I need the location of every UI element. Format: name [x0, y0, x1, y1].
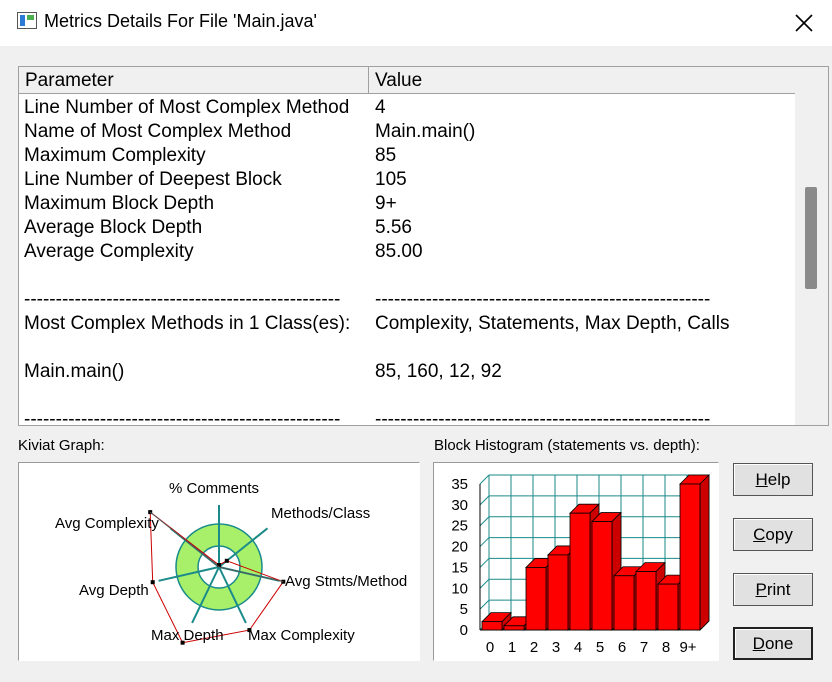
parameter-cell: Average Complexity: [24, 241, 194, 262]
y-tick-label: 25: [451, 518, 468, 535]
parameter-cell: Maximum Block Depth: [24, 193, 215, 214]
table-row[interactable]: [19, 336, 795, 360]
parameter-cell: Line Number of Deepest Block: [24, 169, 282, 190]
kiviat-axis-label: Max Complexity: [248, 627, 355, 644]
histogram-caption: Block Histogram (statements vs. depth):: [434, 437, 700, 454]
x-tick-label: 6: [618, 639, 626, 656]
copy-button-label-mnemonic: C: [753, 524, 766, 544]
value-cell: 85, 160, 12, 92: [375, 361, 502, 382]
parameter-cell: ----------------------------------------…: [24, 409, 341, 426]
value-cell: 85.00: [375, 241, 423, 262]
table-row[interactable]: [19, 264, 795, 288]
parameter-cell: Most Complex Methods in 1 Class(es):: [24, 313, 351, 334]
metrics-table[interactable]: Parameter Value Line Number of Most Comp…: [18, 66, 829, 426]
kiviat-axis-label: Max Depth: [151, 627, 224, 644]
table-row[interactable]: Average Block Depth 5.56: [19, 216, 795, 240]
histogram-bar: [679, 474, 710, 631]
column-header-parameter[interactable]: Parameter: [19, 67, 369, 94]
x-tick-label: 9+: [679, 639, 696, 656]
x-tick-label: 1: [508, 639, 516, 656]
kiviat-caption: Kiviat Graph:: [18, 437, 105, 454]
value-cell: 85: [375, 145, 397, 166]
x-tick-label: 3: [552, 639, 560, 656]
y-tick-label: 0: [460, 622, 468, 639]
table-row[interactable]: [19, 384, 795, 408]
close-icon: [795, 14, 813, 32]
copy-button[interactable]: Copy: [733, 518, 813, 551]
table-row[interactable]: Line Number of Deepest Block 105: [19, 168, 795, 192]
value-cell: ----------------------------------------…: [375, 289, 711, 310]
kiviat-point: [150, 580, 155, 585]
kiviat-axis-label: Avg Stmts/Method: [285, 573, 407, 590]
kiviat-axis-label: Avg Depth: [79, 582, 149, 599]
x-tick-label: 0: [486, 639, 494, 656]
kiviat-axis-label: Methods/Class: [271, 505, 370, 522]
help-button-label: elp: [767, 469, 791, 489]
value-cell: 9+: [375, 193, 397, 214]
value-cell: Main.main(): [375, 121, 476, 142]
parameter-cell: ----------------------------------------…: [24, 289, 341, 310]
kiviat-point: [224, 558, 229, 563]
y-tick-label: 15: [451, 559, 468, 576]
table-row[interactable]: ----------------------------------------…: [19, 408, 795, 426]
x-tick-label: 5: [596, 639, 604, 656]
block-histogram: 35 30 25 20 15 10 5 0 0 1 2 3 4 5 6 7 8 9+: [433, 462, 719, 661]
value-cell: Complexity, Statements, Max Depth, Calls: [375, 313, 730, 334]
parameter-cell: Main.main(): [24, 361, 125, 382]
done-button-label: one: [764, 633, 794, 653]
close-button[interactable]: [780, 6, 828, 40]
x-tick-label: 8: [662, 639, 670, 656]
y-tick-label: 10: [451, 580, 468, 597]
column-header-value[interactable]: Value: [369, 67, 796, 94]
value-cell: 5.56: [375, 217, 412, 238]
kiviat-graph: % Comments Methods/Class Avg Stmts/Method M…: [18, 462, 420, 661]
y-tick-label: 30: [451, 497, 468, 514]
title-bar: Metrics Details For File 'Main.java': [0, 0, 832, 46]
value-cell: 4: [375, 97, 386, 118]
vertical-scrollbar[interactable]: [795, 67, 828, 425]
done-button[interactable]: Done: [733, 627, 813, 660]
copy-button-label: opy: [765, 524, 793, 544]
parameter-cell: Name of Most Complex Method: [24, 121, 292, 142]
table-row[interactable]: Name of Most Complex Method Main.main(): [19, 120, 795, 144]
x-tick-label: 7: [640, 639, 648, 656]
x-tick-label: 4: [574, 639, 582, 656]
app-window-icon: [17, 12, 37, 29]
print-button-label: rint: [766, 579, 791, 599]
parameter-cell: Line Number of Most Complex Method: [24, 97, 350, 118]
kiviat-axis-label: % Comments: [169, 480, 259, 497]
table-row[interactable]: Maximum Complexity 85: [19, 144, 795, 168]
y-tick-label: 20: [451, 539, 468, 556]
help-button[interactable]: Help: [733, 463, 813, 496]
help-button-label-mnemonic: H: [755, 469, 768, 489]
y-tick-label: 35: [451, 476, 468, 493]
done-button-label-mnemonic: D: [752, 633, 765, 653]
value-cell: ----------------------------------------…: [375, 409, 711, 426]
kiviat-axis-label: Avg Complexity: [55, 515, 159, 532]
y-tick-label: 5: [460, 601, 468, 618]
table-row[interactable]: Most Complex Methods in 1 Class(es): Comp…: [19, 312, 795, 336]
table-row[interactable]: Maximum Block Depth 9+: [19, 192, 795, 216]
window-title: Metrics Details For File 'Main.java': [44, 11, 317, 31]
print-button[interactable]: Print: [733, 573, 813, 606]
parameter-cell: Maximum Complexity: [24, 145, 206, 166]
parameter-cell: Average Block Depth: [24, 217, 203, 238]
table-row[interactable]: Average Complexity 85.00: [19, 240, 795, 264]
print-button-label-mnemonic: P: [755, 579, 767, 599]
value-cell: 105: [375, 169, 407, 190]
x-tick-label: 2: [530, 639, 538, 656]
table-row[interactable]: Line Number of Most Complex Method 4: [19, 96, 795, 120]
table-row[interactable]: ----------------------------------------…: [19, 288, 795, 312]
scrollbar-thumb[interactable]: [805, 187, 817, 289]
table-row[interactable]: Main.main() 85, 160, 12, 92: [19, 360, 795, 384]
